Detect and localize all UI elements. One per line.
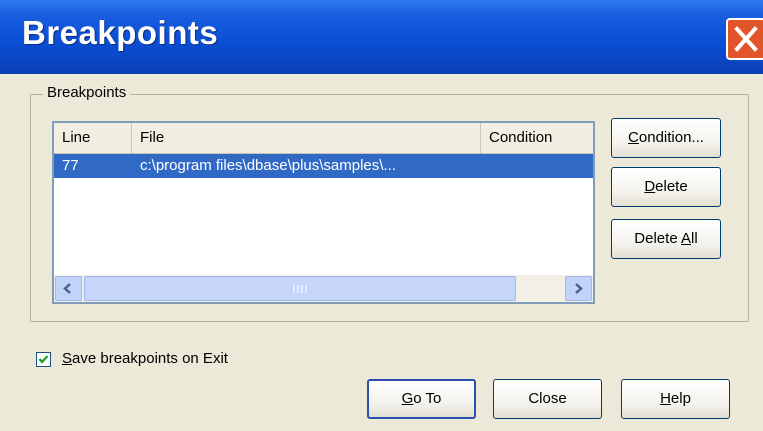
delete-all-button-text: ll: [691, 230, 698, 247]
breakpoints-dialog: Breakpoints Breakpoints Line File Condit…: [0, 0, 763, 431]
help-button-accel: H: [660, 390, 671, 407]
condition-button-accel: C: [628, 129, 639, 146]
close-button-text: Close: [528, 390, 567, 407]
delete-button-accel: D: [644, 178, 656, 195]
title-bar[interactable]: Breakpoints: [0, 0, 763, 74]
delete-button[interactable]: Delete: [611, 167, 721, 207]
condition-button-text: ondition...: [638, 129, 704, 146]
help-button-text: elp: [670, 390, 691, 407]
save-breakpoints-label[interactable]: Save breakpoints on Exit: [62, 350, 228, 367]
arrow-right-icon: [575, 283, 583, 294]
goto-button[interactable]: Go To: [367, 379, 476, 419]
checkmark-icon: [38, 355, 49, 364]
scroll-right-button[interactable]: [565, 276, 592, 301]
row-file-cell: c:\program files\dbase\plus\samples\...: [140, 157, 396, 174]
delete-all-button-accel: A: [681, 230, 692, 247]
column-header-line[interactable]: Line: [54, 123, 132, 153]
goto-button-text: o To: [413, 390, 442, 407]
close-window-button[interactable]: [726, 18, 763, 60]
delete-button-text: elete: [655, 178, 688, 195]
dialog-title: Breakpoints: [22, 14, 219, 51]
close-button[interactable]: Close: [493, 379, 602, 419]
grip-icon: [293, 285, 307, 293]
horizontal-scrollbar[interactable]: [54, 275, 593, 302]
list-header: Line File Condition: [54, 123, 593, 154]
breakpoints-list[interactable]: Line File Condition 77 c:\program files\…: [52, 121, 595, 304]
delete-all-button-text-pre: Delete: [634, 230, 681, 247]
groupbox-label: Breakpoints: [43, 84, 131, 101]
condition-button[interactable]: Condition...: [611, 118, 721, 158]
scrollbar-thumb[interactable]: [84, 276, 516, 301]
row-line-cell: 77: [62, 157, 79, 174]
delete-all-button[interactable]: Delete All: [611, 219, 721, 259]
table-row[interactable]: 77 c:\program files\dbase\plus\samples\.…: [54, 154, 593, 178]
close-x-icon: [734, 26, 758, 52]
goto-button-accel: G: [401, 390, 414, 407]
arrow-left-icon: [63, 283, 71, 294]
scroll-left-button[interactable]: [55, 276, 82, 301]
column-header-condition[interactable]: Condition: [481, 123, 593, 153]
save-breakpoints-checkbox[interactable]: [36, 352, 51, 367]
checkbox-label-text: ave breakpoints on Exit: [72, 350, 228, 367]
column-header-file[interactable]: File: [132, 123, 481, 153]
help-button[interactable]: Help: [621, 379, 730, 419]
checkbox-label-accel: S: [62, 350, 73, 367]
row-condition-cell: [481, 154, 593, 178]
